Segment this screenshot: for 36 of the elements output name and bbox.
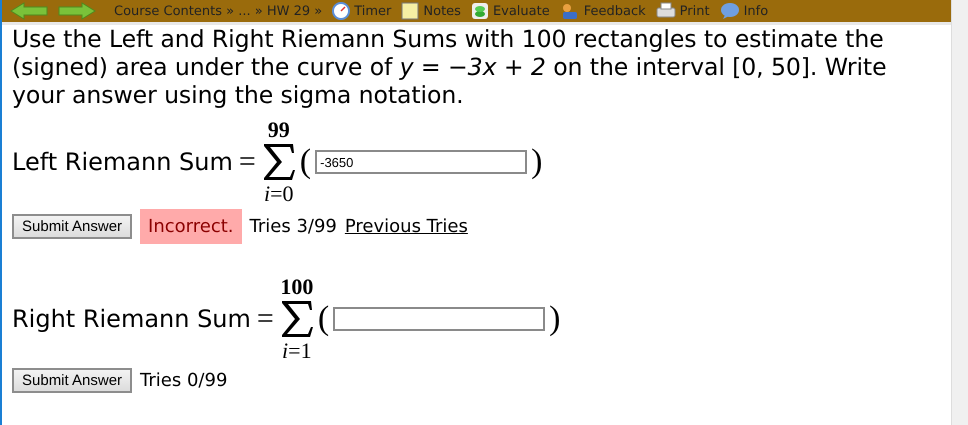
toolbar-item[interactable]: Notes [423, 4, 461, 18]
equals-sign: = [238, 145, 256, 179]
lower-limit: i=1 [282, 338, 312, 364]
speech-bubble-icon [720, 2, 740, 20]
close-paren: ) [549, 300, 560, 338]
open-paren: ( [318, 300, 330, 338]
answer-field[interactable] [333, 307, 546, 331]
tries-count: Tries 0/99 [140, 370, 228, 391]
breadcrumb[interactable]: Course Contents » ... » HW 29 » [114, 4, 322, 18]
back-arrow-icon[interactable] [10, 2, 48, 20]
scrollbar[interactable] [951, 0, 968, 425]
lower-limit: i=0 [264, 181, 294, 207]
answer-field[interactable]: -3650 [315, 150, 528, 174]
submit-button[interactable]: Submit Answer [12, 214, 132, 239]
note-icon [401, 2, 420, 20]
clock-icon [332, 2, 350, 20]
sigma-icon [262, 143, 296, 181]
question-text: Use the Left and Right Riemann Sums with 100 rectangles to estimate the (signed) area under the curve of y = −3x + 2 on the interval [0, 50]. Write your answer using the sigma notation. [12, 25, 888, 109]
toolbar-item[interactable]: Feedback [584, 4, 646, 18]
toolbar-item[interactable]: Info [744, 4, 768, 18]
equals-sign: = [256, 302, 274, 336]
tries-count: Tries 3/99 [250, 216, 337, 237]
upper-limit: 100 [280, 274, 314, 300]
feedback-message: Incorrect. [140, 209, 242, 244]
forward-arrow-icon[interactable] [58, 2, 96, 20]
toolbar-item[interactable]: Timer [354, 4, 392, 18]
toolbar-item[interactable]: Evaluate [492, 4, 550, 18]
part-label: Right Riemann Sum [12, 305, 251, 333]
toolbar-item[interactable]: Print [680, 4, 710, 18]
sigma-icon [280, 300, 314, 338]
close-paren: ) [531, 143, 542, 181]
upper-limit: 99 [268, 117, 290, 143]
part-label: Left Riemann Sum [12, 148, 233, 176]
submit-button[interactable]: Submit Answer [12, 368, 132, 393]
open-paren: ( [300, 143, 312, 181]
previous-tries-link[interactable]: Previous Tries [344, 216, 468, 237]
